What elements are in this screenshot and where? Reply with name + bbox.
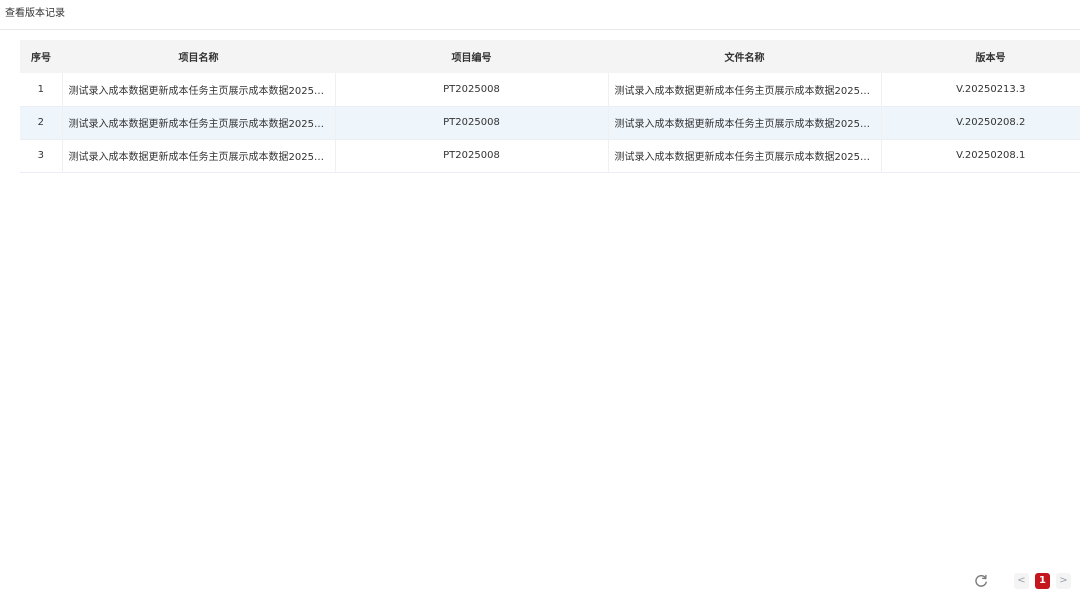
column-header-file-name[interactable]: 文件名称 (608, 40, 881, 73)
table-header-row: 序号 项目名称 项目编号 文件名称 版本号 (20, 40, 1080, 73)
table-row[interactable]: 1 测试录入成本数据更新成本任务主页展示成本数据20250208 PT20250… (20, 73, 1080, 106)
version-table: 序号 项目名称 项目编号 文件名称 版本号 1 测试录入成本数据更新成本任务主页… (20, 40, 1080, 173)
page-title: 查看版本记录 (5, 8, 65, 19)
cell-index: 3 (37, 150, 44, 161)
cell-file-name[interactable]: 测试录入成本数据更新成本任务主页展示成本数据20250208... (607, 106, 881, 139)
cell-project-name: 测试录入成本数据更新成本任务主页展示成本数据20250208 (61, 106, 335, 139)
page: 查看版本记录 序号 项目名称 项目编号 文件名称 版本号 1 测试录入成本数据更… (0, 0, 1080, 594)
cell-version: V.20250208.1 (880, 139, 1080, 172)
column-header-project-name[interactable]: 项目名称 (62, 40, 335, 73)
cell-index: 1 (37, 83, 44, 95)
column-header-index[interactable]: 序号 (20, 40, 62, 73)
refresh-icon[interactable] (972, 572, 990, 590)
table-row[interactable]: 3 测试录入成本数据更新成本任务主页展示成本数据20250208 PT20250… (20, 139, 1080, 172)
cell-file-name[interactable]: 测试录入成本数据更新成本任务主页展示成本数据20250208... (607, 139, 881, 172)
cell-project-code: PT2025008 (334, 139, 608, 172)
cell-project-name: 测试录入成本数据更新成本任务主页展示成本数据20250208 (61, 73, 335, 106)
column-header-version[interactable]: 版本号 (881, 40, 1080, 73)
table-header: 序号 项目名称 项目编号 文件名称 版本号 (20, 40, 1080, 73)
version-table-container: 序号 项目名称 项目编号 文件名称 版本号 1 测试录入成本数据更新成本任务主页… (20, 40, 1080, 173)
page-1-button[interactable]: 1 (1035, 573, 1050, 589)
cell-version: V.20250213.3 (880, 73, 1080, 106)
page-header: 查看版本记录 (0, 0, 1080, 30)
cell-project-code: PT2025008 (334, 106, 608, 139)
next-page-button[interactable]: > (1056, 573, 1071, 589)
table-row[interactable]: 2 测试录入成本数据更新成本任务主页展示成本数据20250208 PT20250… (20, 106, 1080, 139)
prev-page-button[interactable]: < (1014, 573, 1029, 589)
column-header-project-code[interactable]: 项目编号 (335, 40, 608, 73)
cell-file-name[interactable]: 测试录入成本数据更新成本任务主页展示成本数据20250208... (607, 73, 881, 106)
pagination: < 1 > (972, 571, 1080, 591)
cell-version: V.20250208.2 (880, 106, 1080, 139)
cell-project-name: 测试录入成本数据更新成本任务主页展示成本数据20250208 (61, 139, 335, 172)
cell-index: 2 (37, 117, 44, 128)
table-body: 1 测试录入成本数据更新成本任务主页展示成本数据20250208 PT20250… (20, 73, 1080, 172)
cell-project-code: PT2025008 (334, 73, 608, 106)
